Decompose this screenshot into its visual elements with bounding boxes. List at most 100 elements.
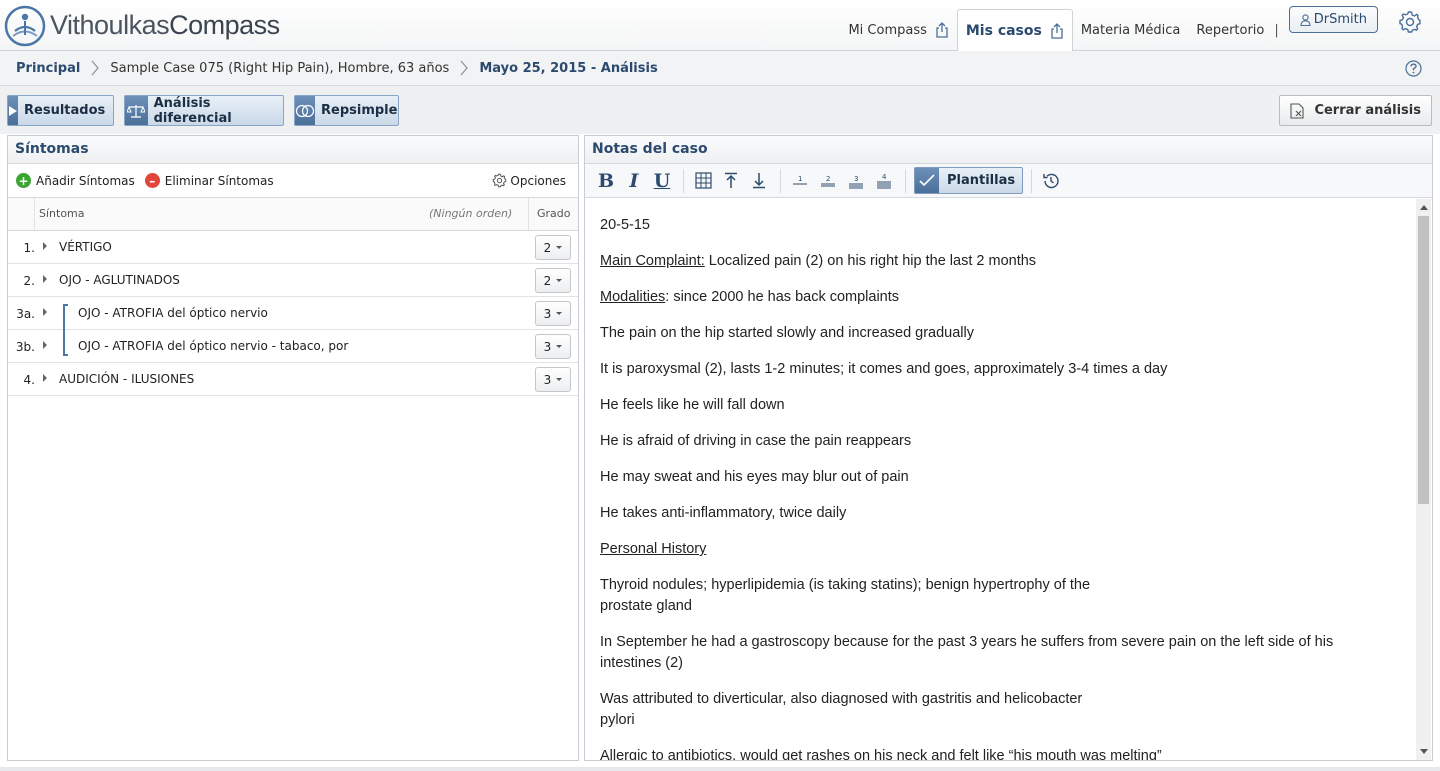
note-paragraph: Was attributed to diverticular, also dia… [600, 689, 1415, 731]
note-text: : since 2000 he has back complaints [665, 289, 900, 305]
heading-4-icon[interactable]: 4 [873, 169, 895, 193]
grade-value: 3 [543, 306, 552, 321]
align-bottom-icon[interactable] [748, 169, 770, 193]
symptom-row[interactable]: 2. OJO - AGLUTINADOS 2 [8, 264, 578, 297]
balance-scale-icon [125, 96, 148, 125]
note-paragraph: Thyroid nodules; hyperlipidemia (is taki… [600, 575, 1415, 617]
grade-select[interactable]: 2 [535, 235, 571, 260]
heading-1-icon[interactable]: 1 [789, 169, 811, 193]
symptom-number: 1. [23, 241, 35, 255]
heading-2-icon[interactable]: 2 [817, 169, 839, 193]
caret-down-icon [556, 378, 563, 381]
symptom-text: OJO - ATROFIA del óptico nervio [78, 306, 268, 320]
cerrar-analisis-label: Cerrar análisis [1314, 103, 1421, 118]
note-paragraph: In September he had a gastroscopy becaus… [600, 632, 1415, 674]
chevron-right-icon [91, 60, 100, 76]
scrollbar-thumb[interactable] [1418, 216, 1429, 504]
breadcrumb: Principal Sample Case 075 (Right Hip Pai… [0, 51, 1440, 86]
repsimple-button[interactable]: Repsimple [294, 95, 399, 126]
expand-triangle-icon[interactable] [43, 275, 47, 283]
note-paragraph: Modalities: since 2000 he has back compl… [600, 287, 1415, 308]
remove-symptom-button[interactable]: – Eliminar Síntomas [144, 173, 274, 188]
plantillas-button[interactable]: Plantillas [914, 167, 1024, 194]
options-button[interactable]: Opciones [492, 173, 566, 188]
scroll-up-icon[interactable] [1420, 205, 1428, 210]
grade-select[interactable]: 3 [535, 334, 571, 359]
breadcrumb-home[interactable]: Principal [16, 61, 80, 76]
caret-down-icon [556, 279, 563, 282]
symptoms-panel: Síntomas + Añadir Síntomas – Eliminar Sí… [7, 135, 579, 761]
play-icon [8, 96, 18, 125]
logo-text-part2: Compass [169, 10, 280, 40]
nav-separator: | [1274, 22, 1279, 38]
italic-button[interactable]: I [623, 169, 645, 193]
share-icon[interactable] [1050, 22, 1064, 39]
nav-mi-compass-label: Mi Compass [848, 22, 927, 38]
nav-materia-medica[interactable]: Materia Médica [1073, 9, 1189, 51]
app-logo[interactable]: VithoulkasCompass [4, 4, 280, 47]
history-clock-icon[interactable] [1040, 169, 1062, 193]
symptom-number: 2. [23, 274, 35, 288]
grade-select[interactable]: 3 [535, 367, 571, 392]
svg-text:4: 4 [882, 173, 887, 181]
symptoms-actions: + Añadir Síntomas – Eliminar Síntomas Op… [8, 164, 578, 198]
scroll-down-icon[interactable] [1420, 749, 1428, 754]
expand-triangle-icon[interactable] [43, 308, 47, 316]
repsimple-label: Repsimple [321, 103, 398, 118]
grade-value: 2 [543, 240, 552, 255]
breadcrumb-current[interactable]: Mayo 25, 2015 - Análisis [479, 61, 657, 76]
settings-gear-icon[interactable] [1398, 10, 1422, 34]
analisis-diferencial-button[interactable]: Análisis diferencial [124, 95, 284, 126]
share-icon[interactable] [935, 22, 949, 38]
help-icon[interactable] [1405, 60, 1422, 77]
svg-text:3: 3 [854, 175, 858, 183]
grade-select[interactable]: 2 [535, 268, 571, 293]
expand-triangle-icon[interactable] [43, 374, 47, 382]
symptom-row[interactable]: 1. VÉRTIGO 2 [8, 231, 578, 264]
symptom-text: OJO - ATROFIA del óptico nervio - tabaco… [78, 339, 349, 353]
symptoms-table-header: Síntoma (Ningún orden) Grado [8, 198, 578, 231]
caret-down-icon [556, 345, 563, 348]
overlap-circles-icon [295, 96, 315, 125]
symptom-row[interactable]: 4. AUDICIÓN - ILUSIONES 3 [8, 363, 578, 396]
column-symptom[interactable]: Síntoma [39, 207, 85, 220]
align-top-icon[interactable] [720, 169, 742, 193]
add-symptom-button[interactable]: + Añadir Síntomas [16, 173, 135, 188]
expand-triangle-icon[interactable] [43, 341, 47, 349]
symptom-row[interactable]: 3a. OJO - ATROFIA del óptico nervio 3 [8, 297, 578, 330]
nav-repertorio[interactable]: Repertorio [1188, 9, 1272, 51]
grade-select[interactable]: 3 [535, 301, 571, 326]
column-grade[interactable]: Grado [537, 207, 571, 220]
nav-mis-casos[interactable]: Mis casos [956, 9, 1073, 52]
underline-button[interactable]: U [651, 169, 673, 193]
symptom-row[interactable]: 3b. OJO - ATROFIA del óptico nervio - ta… [8, 330, 578, 363]
note-text: pylori [600, 712, 635, 728]
notes-scrollbar[interactable] [1416, 199, 1431, 760]
grade-value: 2 [543, 273, 552, 288]
analisis-diferencial-label: Análisis diferencial [153, 95, 232, 126]
bold-button[interactable]: B [595, 169, 617, 193]
logo-text-part1: Vithoulkas [50, 10, 170, 40]
note-label-main-complaint: Main Complaint: [600, 253, 705, 269]
chevron-right-icon [460, 60, 469, 76]
checkmark-icon [915, 168, 939, 193]
breadcrumb-case[interactable]: Sample Case 075 (Right Hip Pain), Hombre… [110, 61, 449, 76]
resultados-button[interactable]: Resultados [7, 95, 114, 126]
symptoms-panel-title: Síntomas [8, 136, 578, 164]
note-paragraph: He may sweat and his eyes may blur out o… [600, 469, 909, 485]
expand-triangle-icon[interactable] [43, 242, 47, 250]
nav-mis-casos-label: Mis casos [965, 22, 1042, 39]
nav-mi-compass[interactable]: Mi Compass [840, 9, 956, 51]
note-text: Localized pain (2) on his right hip the … [704, 253, 1037, 269]
note-label-modalities: Modalities [600, 289, 666, 305]
table-icon[interactable] [692, 169, 714, 193]
close-document-icon [1290, 102, 1305, 119]
cerrar-analisis-button[interactable]: Cerrar análisis [1279, 95, 1432, 126]
heading-3-icon[interactable]: 3 [845, 169, 867, 193]
case-notes-text[interactable]: 20-5-15 Main Complaint: Localized pain (… [585, 199, 1415, 760]
resultados-label: Resultados [24, 103, 106, 118]
user-account-button[interactable]: DrSmith [1288, 6, 1378, 33]
analysis-toolbar: Resultados Análisis diferencial Repsimpl… [0, 86, 1440, 134]
symptom-text: OJO - AGLUTINADOS [59, 273, 180, 287]
note-label-personal-history: Personal History [600, 541, 707, 557]
